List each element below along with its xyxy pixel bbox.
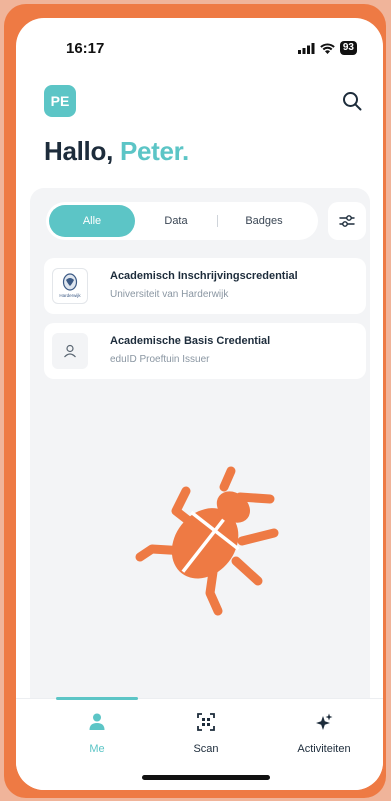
status-bar: 16:17 93: [16, 40, 383, 60]
greeting-heading: Hallo, Peter.: [44, 136, 189, 167]
filter-sliders-icon: [339, 215, 355, 227]
filter-tab-data[interactable]: Data: [135, 205, 217, 237]
wifi-icon: [320, 42, 335, 54]
tab-me[interactable]: Me: [52, 711, 142, 755]
tab-label: Me: [89, 743, 105, 755]
filter-settings-button[interactable]: [328, 202, 366, 240]
sparkle-icon: [316, 713, 333, 730]
person-icon: [52, 333, 88, 369]
credentials-panel: Alle Data Badges Harderwijk Academisch I…: [30, 188, 370, 698]
bug-icon: [135, 466, 279, 616]
filter-segmented-control: Alle Data Badges: [46, 202, 318, 240]
person-filled-icon: [89, 713, 105, 730]
credential-issuer: Universiteit van Harderwijk: [110, 289, 229, 300]
filter-tab-badges[interactable]: Badges: [218, 205, 310, 237]
logo-text: Harderwijk: [59, 293, 81, 298]
greeting-name: Peter.: [119, 136, 189, 166]
device-frame: 16:17 93 PE Hallo, Peter. Alle Data Badg…: [4, 4, 386, 798]
scan-icon: [197, 713, 215, 731]
tab-label: Scan: [193, 743, 219, 755]
filter-tab-alle[interactable]: Alle: [49, 205, 135, 237]
credential-title: Academisch Inschrijvingscredential: [110, 270, 298, 282]
search-icon[interactable]: [341, 90, 363, 112]
credential-issuer: eduID Proeftuin Issuer: [110, 354, 210, 365]
credential-card[interactable]: Harderwijk Academisch Inschrijvingscrede…: [44, 258, 366, 314]
signal-icon: [297, 42, 315, 54]
greeting-prefix: Hallo,: [44, 136, 113, 166]
active-tab-indicator: [56, 697, 138, 700]
phone-screen: 16:17 93 PE Hallo, Peter. Alle Data Badg…: [16, 18, 383, 790]
battery-indicator: 93: [339, 41, 357, 55]
credential-title: Academische Basis Credential: [110, 335, 271, 347]
tab-scan[interactable]: Scan: [161, 711, 251, 755]
status-icons: 93: [297, 41, 357, 55]
tab-label: Activiteiten: [297, 743, 351, 755]
university-seal-icon: Harderwijk: [52, 268, 88, 304]
tab-activiteiten[interactable]: Activiteiten: [279, 711, 369, 755]
status-time: 16:17: [66, 40, 105, 57]
credential-card[interactable]: Academische Basis Credential eduID Proef…: [44, 323, 366, 379]
avatar[interactable]: PE: [44, 85, 76, 117]
home-indicator: [142, 775, 270, 780]
